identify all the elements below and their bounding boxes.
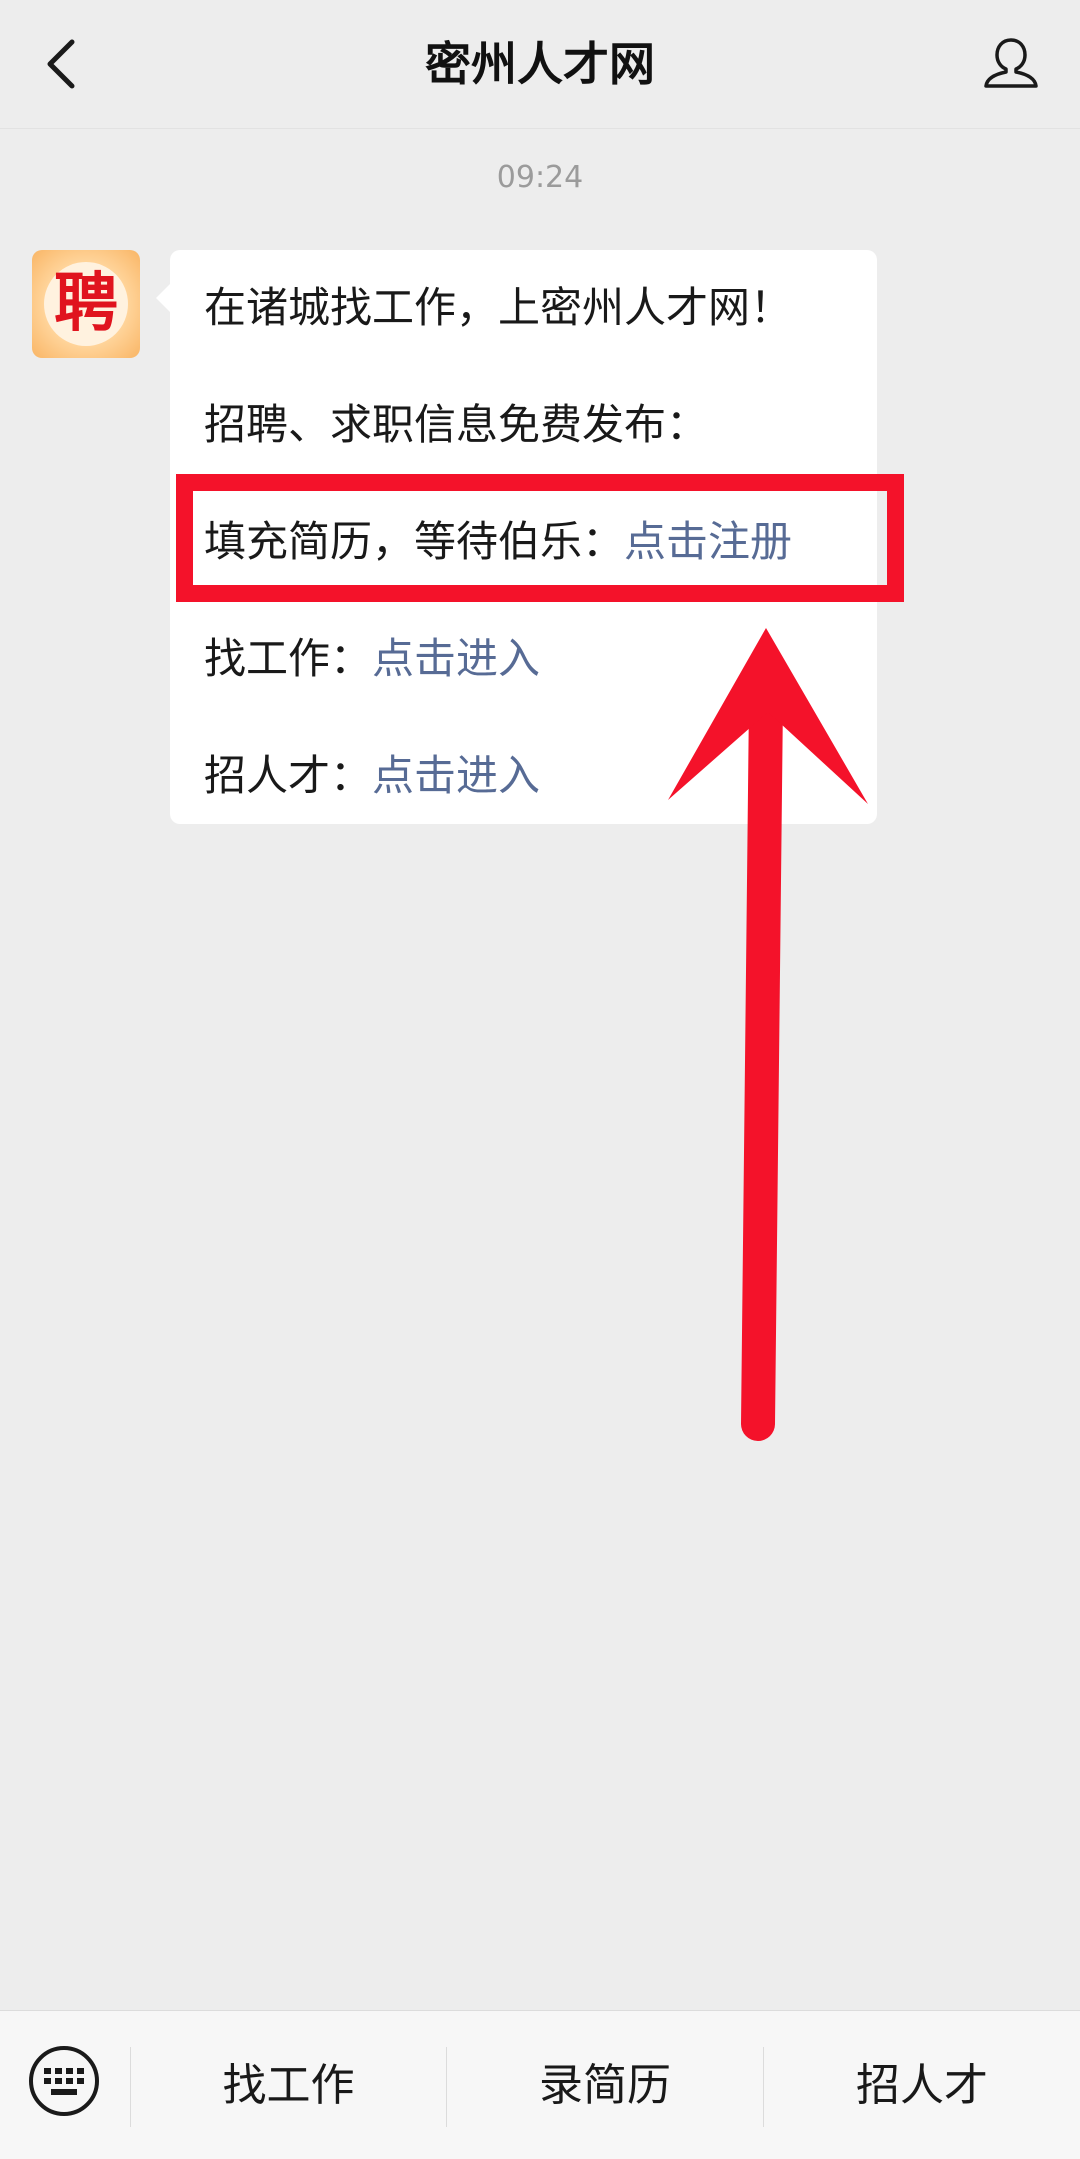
find-job-label: 找工作： <box>204 634 373 683</box>
bottom-menu-bar: 找工作 录简历 招人才 <box>0 2010 1080 2159</box>
avatar-badge: 聘 <box>44 262 128 346</box>
chat-screen: 密州人才网 09:24 聘 在诸城找工作，上密州人才网！ 招聘、求职信息免费发布… <box>0 0 1080 2159</box>
message-line-info: 招聘、求职信息免费发布： <box>204 400 709 449</box>
keyboard-icon <box>29 2046 99 2116</box>
avatar-logo-text: 聘 <box>54 266 118 341</box>
avatar[interactable]: 聘 <box>32 250 140 358</box>
recruit-link[interactable]: 点击进入 <box>372 751 540 800</box>
page-title: 密州人才网 <box>425 37 655 91</box>
annotation-highlight-box <box>176 474 904 602</box>
message-line-intro: 在诸城找工作，上密州人才网！ <box>204 283 793 332</box>
menu-item-resume[interactable]: 录简历 <box>447 2011 763 2159</box>
message-timestamp: 09:24 <box>496 160 584 195</box>
keyboard-toggle-button[interactable] <box>24 2041 104 2121</box>
find-job-link[interactable]: 点击进入 <box>372 634 540 683</box>
profile-button[interactable] <box>978 30 1044 96</box>
message-line-find-job: 找工作：点击进入 <box>204 631 540 687</box>
menu-item-find-job[interactable]: 找工作 <box>131 2011 446 2159</box>
back-button[interactable] <box>30 32 94 96</box>
person-icon <box>984 38 1038 88</box>
menu-item-recruit[interactable]: 招人才 <box>764 2011 1080 2159</box>
chevron-left-icon <box>47 39 75 89</box>
top-nav-bar: 密州人才网 <box>0 0 1080 129</box>
message-line-recruit: 招人才：点击进入 <box>204 748 540 804</box>
recruit-label: 招人才： <box>204 751 373 800</box>
